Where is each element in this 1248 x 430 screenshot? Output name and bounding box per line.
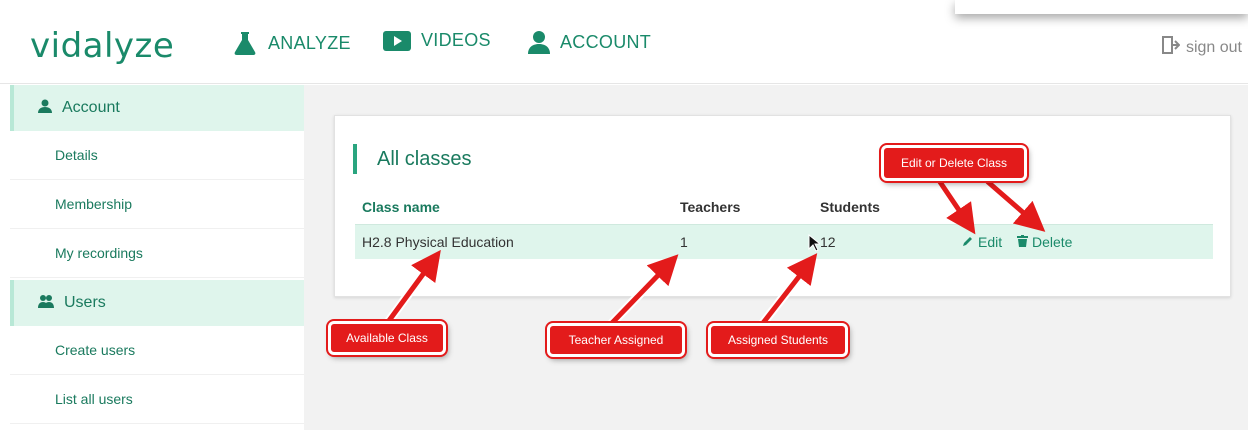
nav-analyze-label: ANALYZE: [268, 32, 351, 53]
sidebar-header-users[interactable]: Users: [10, 280, 304, 326]
nav-account-label: ACCOUNT: [560, 31, 652, 52]
sidebar-header-label: Account: [62, 99, 120, 116]
sidebar-item-list-all-users[interactable]: List all users: [10, 375, 304, 424]
signout-label: sign out: [1185, 38, 1242, 56]
callout-edit-delete-class: Edit or Delete Class: [881, 145, 1027, 181]
callout-available-class: Available Class: [328, 321, 446, 355]
trash-icon: [1017, 234, 1028, 250]
teachers-cell: 1: [680, 234, 688, 250]
column-header-class-name[interactable]: Class name: [362, 199, 440, 215]
nav-analyze[interactable]: ANALYZE: [232, 30, 351, 56]
sidebar: Account Details Membership My recordings…: [10, 85, 304, 430]
students-cell: 12: [820, 234, 836, 250]
users-icon: [38, 294, 54, 313]
nav-account[interactable]: ACCOUNT: [528, 30, 651, 54]
nav-videos-label: VIDEOS: [421, 30, 491, 50]
sidebar-item-details[interactable]: Details: [10, 131, 304, 180]
overlay-shadow: [955, 0, 1248, 14]
classes-card: All classes Class name Teachers Students…: [334, 115, 1231, 297]
table-row[interactable]: H2.8 Physical Education 1 12 Edit Delete: [355, 224, 1213, 259]
sidebar-header-label: Users: [64, 294, 106, 311]
callout-teacher-assigned: Teacher Assigned: [547, 323, 685, 357]
vidalyze-logo[interactable]: vidalyze: [30, 26, 174, 66]
signout-icon: [1161, 36, 1181, 59]
video-play-icon: [383, 30, 411, 51]
delete-button[interactable]: Delete: [1017, 234, 1072, 250]
user-icon: [38, 99, 52, 118]
edit-button[interactable]: Edit: [962, 234, 1002, 250]
pencil-icon: [962, 234, 974, 250]
main-content: All classes Class name Teachers Students…: [304, 85, 1248, 430]
flask-icon: [232, 30, 258, 56]
sidebar-item-create-users[interactable]: Create users: [10, 326, 304, 375]
nav-videos[interactable]: VIDEOS: [383, 30, 491, 51]
sidebar-item-my-recordings[interactable]: My recordings: [10, 229, 304, 278]
sidebar-item-membership[interactable]: Membership: [10, 180, 304, 229]
column-header-students[interactable]: Students: [820, 199, 880, 215]
signout-link[interactable]: sign out: [1161, 36, 1242, 59]
edit-label: Edit: [978, 234, 1003, 250]
class-name-cell: H2.8 Physical Education: [362, 234, 514, 250]
callout-assigned-students: Assigned Students: [708, 323, 848, 357]
delete-label: Delete: [1032, 234, 1073, 250]
sidebar-header-account[interactable]: Account: [10, 85, 304, 131]
column-header-teachers[interactable]: Teachers: [680, 199, 740, 215]
user-icon: [528, 30, 550, 54]
mouse-cursor-icon: [808, 233, 822, 257]
page-title: All classes: [353, 144, 471, 174]
